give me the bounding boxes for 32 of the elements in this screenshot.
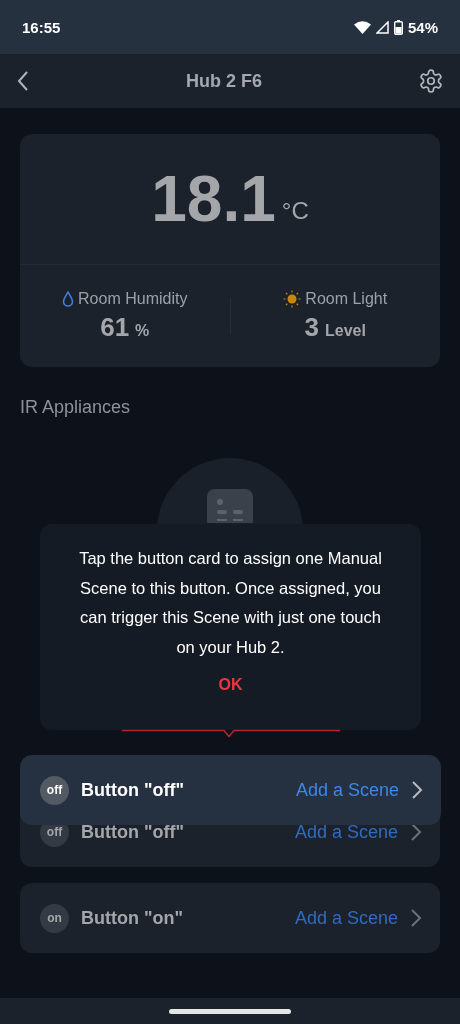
coach-mark-message: Tap the button card to assign one Manual Scene to this button. Once assigned, you can trigger this Scene with just one touch on your Hub 2. — [78, 548, 383, 658]
temperature-unit: °C — [281, 197, 309, 225]
sun-icon — [283, 289, 302, 308]
chevron-right-icon — [411, 780, 423, 800]
remote-icon — [207, 489, 253, 523]
water-drop-icon — [62, 290, 75, 307]
settings-button[interactable] — [418, 68, 444, 94]
section-title: IR Appliances — [20, 397, 132, 418]
button-card[interactable]: on Button "on" Add a Scene — [20, 883, 440, 953]
stat-label: Room Light — [305, 289, 388, 308]
wifi-icon — [353, 20, 371, 34]
stat-value: 3 — [304, 311, 319, 343]
add-scene-link[interactable]: Add a Scene — [294, 907, 398, 929]
ok-button[interactable]: OK — [208, 672, 253, 698]
stat-unit: Level — [325, 321, 366, 340]
home-indicator[interactable] — [169, 1008, 291, 1014]
stat-label: Room Humidity — [78, 289, 188, 308]
chevron-right-icon — [410, 908, 422, 928]
battery-icon — [393, 19, 403, 35]
temperature-value: 18.1 — [151, 162, 276, 236]
chevron-right-icon — [410, 822, 422, 842]
status-time: 16:55 — [22, 18, 61, 36]
button-name: Button "on" — [81, 907, 185, 929]
stat-value: 61 — [100, 311, 130, 343]
button-symbol: on — [40, 903, 69, 933]
highlighted-button-card-tooltip[interactable]: off Button "off" Add a Scene — [20, 755, 441, 825]
battery-percentage: 54% — [407, 18, 438, 36]
back-button[interactable] — [16, 70, 30, 92]
signal-icon — [375, 20, 389, 34]
stat-unit: % — [135, 321, 150, 340]
page-title: Hub 2 F6 — [186, 70, 262, 92]
button-symbol: off — [40, 775, 69, 805]
